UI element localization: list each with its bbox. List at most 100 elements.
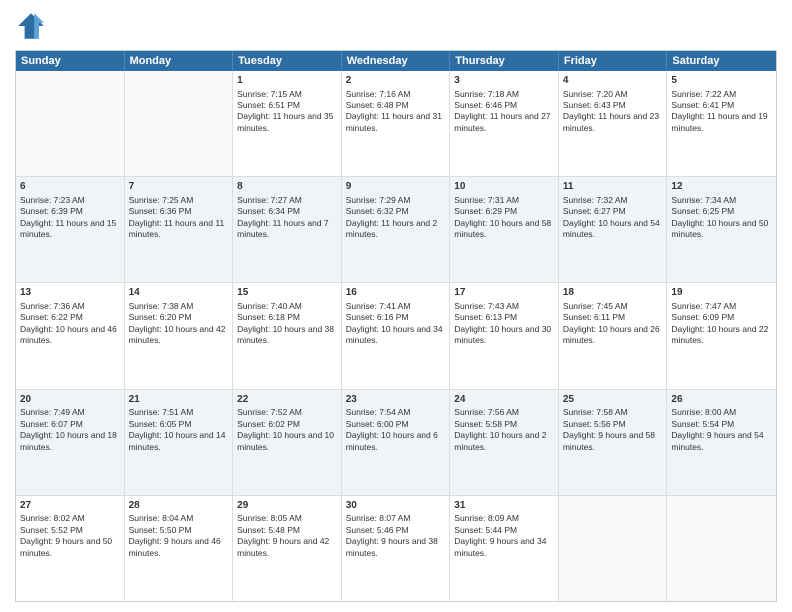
day-info: Sunset: 6:36 PM <box>129 206 229 217</box>
day-info: Sunset: 5:56 PM <box>563 419 663 430</box>
day-info: Daylight: 9 hours and 46 minutes. <box>129 536 229 559</box>
day-number: 1 <box>237 74 337 88</box>
day-info: Daylight: 9 hours and 58 minutes. <box>563 430 663 453</box>
day-number: 26 <box>671 393 772 407</box>
calendar: SundayMondayTuesdayWednesdayThursdayFrid… <box>15 50 777 602</box>
day-number: 5 <box>671 74 772 88</box>
day-info: Daylight: 9 hours and 54 minutes. <box>671 430 772 453</box>
day-info: Daylight: 11 hours and 35 minutes. <box>237 111 337 134</box>
day-number: 7 <box>129 180 229 194</box>
cal-cell-2-7: 12Sunrise: 7:34 AMSunset: 6:25 PMDayligh… <box>667 177 776 282</box>
day-number: 8 <box>237 180 337 194</box>
day-header-tuesday: Tuesday <box>233 51 342 71</box>
day-info: Daylight: 11 hours and 31 minutes. <box>346 111 446 134</box>
day-info: Sunrise: 7:43 AM <box>454 301 554 312</box>
day-number: 16 <box>346 286 446 300</box>
cal-cell-4-1: 20Sunrise: 7:49 AMSunset: 6:07 PMDayligh… <box>16 390 125 495</box>
day-info: Sunset: 6:48 PM <box>346 100 446 111</box>
day-info: Sunrise: 7:49 AM <box>20 407 120 418</box>
cal-cell-4-2: 21Sunrise: 7:51 AMSunset: 6:05 PMDayligh… <box>125 390 234 495</box>
day-info: Sunset: 5:48 PM <box>237 525 337 536</box>
cal-cell-2-1: 6Sunrise: 7:23 AMSunset: 6:39 PMDaylight… <box>16 177 125 282</box>
day-info: Daylight: 10 hours and 30 minutes. <box>454 324 554 347</box>
day-info: Sunrise: 7:56 AM <box>454 407 554 418</box>
cal-cell-1-2 <box>125 71 234 176</box>
day-info: Sunset: 6:07 PM <box>20 419 120 430</box>
day-info: Sunset: 6:02 PM <box>237 419 337 430</box>
cal-cell-3-2: 14Sunrise: 7:38 AMSunset: 6:20 PMDayligh… <box>125 283 234 388</box>
day-info: Daylight: 10 hours and 18 minutes. <box>20 430 120 453</box>
day-info: Sunset: 6:27 PM <box>563 206 663 217</box>
day-info: Daylight: 11 hours and 19 minutes. <box>671 111 772 134</box>
day-info: Sunset: 6:51 PM <box>237 100 337 111</box>
day-number: 13 <box>20 286 120 300</box>
cal-cell-5-1: 27Sunrise: 8:02 AMSunset: 5:52 PMDayligh… <box>16 496 125 601</box>
day-number: 3 <box>454 74 554 88</box>
day-number: 18 <box>563 286 663 300</box>
day-info: Sunrise: 7:52 AM <box>237 407 337 418</box>
day-info: Sunrise: 7:20 AM <box>563 89 663 100</box>
day-info: Daylight: 10 hours and 54 minutes. <box>563 218 663 241</box>
day-info: Sunrise: 8:09 AM <box>454 513 554 524</box>
day-info: Sunrise: 7:58 AM <box>563 407 663 418</box>
day-info: Sunrise: 7:38 AM <box>129 301 229 312</box>
day-header-sunday: Sunday <box>16 51 125 71</box>
day-info: Sunset: 6:11 PM <box>563 312 663 323</box>
day-info: Daylight: 10 hours and 2 minutes. <box>454 430 554 453</box>
logo-icon <box>15 10 47 42</box>
day-info: Sunset: 6:29 PM <box>454 206 554 217</box>
day-info: Sunset: 5:50 PM <box>129 525 229 536</box>
day-info: Daylight: 11 hours and 15 minutes. <box>20 218 120 241</box>
cal-cell-4-7: 26Sunrise: 8:00 AMSunset: 5:54 PMDayligh… <box>667 390 776 495</box>
day-number: 30 <box>346 499 446 513</box>
day-info: Sunrise: 7:32 AM <box>563 195 663 206</box>
week-row-2: 6Sunrise: 7:23 AMSunset: 6:39 PMDaylight… <box>16 177 776 283</box>
day-header-thursday: Thursday <box>450 51 559 71</box>
day-number: 27 <box>20 499 120 513</box>
day-number: 10 <box>454 180 554 194</box>
day-number: 20 <box>20 393 120 407</box>
day-number: 12 <box>671 180 772 194</box>
day-info: Sunrise: 8:04 AM <box>129 513 229 524</box>
day-info: Daylight: 10 hours and 34 minutes. <box>346 324 446 347</box>
day-info: Daylight: 9 hours and 38 minutes. <box>346 536 446 559</box>
day-info: Sunset: 6:39 PM <box>20 206 120 217</box>
day-number: 17 <box>454 286 554 300</box>
day-number: 22 <box>237 393 337 407</box>
day-info: Daylight: 10 hours and 50 minutes. <box>671 218 772 241</box>
day-info: Sunset: 6:20 PM <box>129 312 229 323</box>
day-number: 15 <box>237 286 337 300</box>
cal-cell-2-6: 11Sunrise: 7:32 AMSunset: 6:27 PMDayligh… <box>559 177 668 282</box>
cal-cell-4-5: 24Sunrise: 7:56 AMSunset: 5:58 PMDayligh… <box>450 390 559 495</box>
cal-cell-1-4: 2Sunrise: 7:16 AMSunset: 6:48 PMDaylight… <box>342 71 451 176</box>
day-header-monday: Monday <box>125 51 234 71</box>
day-info: Sunrise: 7:45 AM <box>563 301 663 312</box>
day-info: Daylight: 9 hours and 50 minutes. <box>20 536 120 559</box>
day-info: Sunset: 5:54 PM <box>671 419 772 430</box>
calendar-header: SundayMondayTuesdayWednesdayThursdayFrid… <box>16 51 776 71</box>
day-info: Sunset: 6:16 PM <box>346 312 446 323</box>
day-number: 29 <box>237 499 337 513</box>
week-row-3: 13Sunrise: 7:36 AMSunset: 6:22 PMDayligh… <box>16 283 776 389</box>
day-info: Sunrise: 7:22 AM <box>671 89 772 100</box>
day-info: Sunrise: 7:31 AM <box>454 195 554 206</box>
day-info: Sunrise: 7:51 AM <box>129 407 229 418</box>
day-info: Sunrise: 7:29 AM <box>346 195 446 206</box>
day-number: 4 <box>563 74 663 88</box>
day-info: Daylight: 10 hours and 58 minutes. <box>454 218 554 241</box>
week-row-1: 1Sunrise: 7:15 AMSunset: 6:51 PMDaylight… <box>16 71 776 177</box>
day-info: Daylight: 9 hours and 34 minutes. <box>454 536 554 559</box>
day-info: Sunrise: 8:07 AM <box>346 513 446 524</box>
day-info: Sunset: 6:34 PM <box>237 206 337 217</box>
day-info: Sunrise: 8:05 AM <box>237 513 337 524</box>
day-info: Daylight: 10 hours and 42 minutes. <box>129 324 229 347</box>
day-info: Sunset: 5:44 PM <box>454 525 554 536</box>
day-info: Sunrise: 7:23 AM <box>20 195 120 206</box>
day-info: Sunset: 6:46 PM <box>454 100 554 111</box>
day-number: 24 <box>454 393 554 407</box>
cal-cell-5-2: 28Sunrise: 8:04 AMSunset: 5:50 PMDayligh… <box>125 496 234 601</box>
cal-cell-1-7: 5Sunrise: 7:22 AMSunset: 6:41 PMDaylight… <box>667 71 776 176</box>
day-number: 25 <box>563 393 663 407</box>
day-number: 11 <box>563 180 663 194</box>
day-info: Sunset: 5:52 PM <box>20 525 120 536</box>
